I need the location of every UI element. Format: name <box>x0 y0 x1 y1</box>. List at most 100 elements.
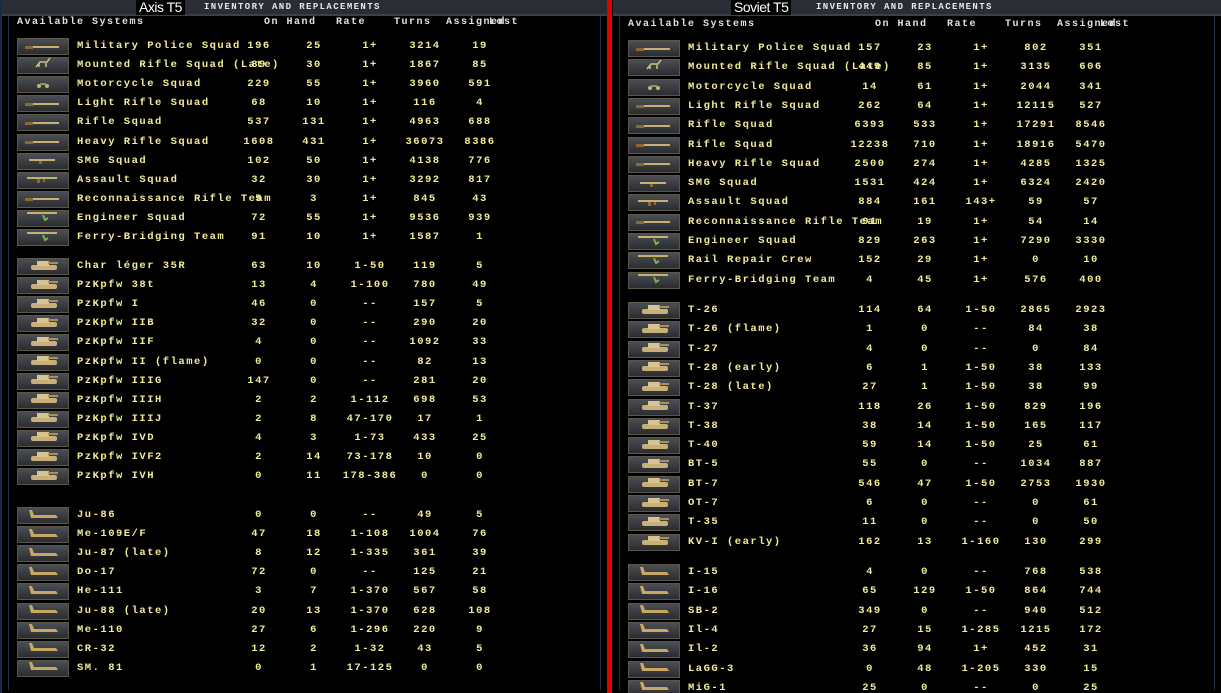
table-row[interactable]: Ferry-Bridging Team 91 10 1+ 1587 1 <box>2 229 607 248</box>
table-row[interactable]: Rail Repair Crew 152 29 1+ 0 10 <box>613 252 1221 271</box>
unit-icon-button[interactable] <box>17 190 69 208</box>
table-row[interactable]: T-35 11 0 -- 0 50 <box>613 514 1221 533</box>
table-row[interactable]: OT-7 6 0 -- 0 61 <box>613 495 1221 514</box>
table-row[interactable]: Ju-88 (late) 20 13 1-370 628 108 <box>2 602 607 622</box>
unit-icon-button[interactable] <box>17 38 69 55</box>
unit-icon-button[interactable] <box>628 495 680 512</box>
table-row[interactable]: T-38 38 14 1-50 165 117 <box>613 417 1221 437</box>
table-row[interactable]: Light Rifle Squad 68 10 1+ 116 4 <box>2 95 607 114</box>
table-row[interactable]: KV-I (early) 162 13 1-160 130 299 <box>613 533 1221 553</box>
unit-icon-button[interactable] <box>17 76 69 94</box>
unit-icon-button[interactable] <box>17 449 69 466</box>
column-header-lost[interactable]: Lost <box>489 17 519 29</box>
unit-icon-button[interactable] <box>628 117 680 135</box>
table-row[interactable]: Me-109E/F 47 18 1-108 1004 76 <box>2 526 607 545</box>
table-row[interactable]: T-28 (late) 27 1 1-50 38 99 <box>613 379 1221 398</box>
unit-icon-button[interactable] <box>628 456 680 474</box>
unit-icon-button[interactable] <box>17 391 69 409</box>
table-row[interactable]: T-26 (flame) 1 0 -- 84 38 <box>613 321 1221 340</box>
table-row[interactable]: LaGG-3 0 48 1-205 330 15 <box>613 660 1221 680</box>
unit-icon-button[interactable] <box>17 114 69 132</box>
table-row[interactable]: SMG Squad 102 50 1+ 4138 776 <box>2 152 607 172</box>
unit-icon-button[interactable] <box>628 40 680 57</box>
unit-icon-button[interactable] <box>628 252 680 270</box>
unit-icon-button[interactable] <box>628 660 680 678</box>
unit-icon-button[interactable] <box>17 372 69 390</box>
unit-icon-button[interactable] <box>628 564 680 581</box>
unit-icon-button[interactable] <box>17 296 69 314</box>
table-row[interactable]: T-37 118 26 1-50 829 196 <box>613 398 1221 418</box>
table-row[interactable]: PzKpfw II (flame) 0 0 -- 82 13 <box>2 353 607 373</box>
unit-icon-button[interactable] <box>628 514 680 532</box>
unit-icon-button[interactable] <box>628 583 680 601</box>
unit-icon-button[interactable] <box>17 152 69 170</box>
unit-icon-button[interactable] <box>628 475 680 493</box>
unit-icon-button[interactable] <box>17 209 69 227</box>
unit-icon-button[interactable] <box>17 564 69 582</box>
table-row[interactable]: Rifle Squad 12238 710 1+ 18916 5470 <box>613 136 1221 156</box>
table-row[interactable]: PzKpfw IVF2 2 14 73-178 10 0 <box>2 449 607 468</box>
table-row[interactable]: PzKpfw IIB 32 0 -- 290 20 <box>2 315 607 334</box>
unit-icon-button[interactable] <box>628 321 680 339</box>
unit-icon-button[interactable] <box>628 533 680 551</box>
unit-icon-button[interactable] <box>17 95 69 113</box>
unit-icon-button[interactable] <box>628 271 680 289</box>
table-row[interactable]: Military Police Squad 157 23 1+ 802 351 <box>613 40 1221 59</box>
unit-icon-button[interactable] <box>17 277 69 295</box>
table-row[interactable]: Mounted Rifle Squad (Late) 89 30 1+ 1867 85 <box>2 57 607 76</box>
table-row[interactable]: Engineer Squad 72 55 1+ 9536 939 <box>2 209 607 229</box>
table-row[interactable]: PzKpfw IIF 4 0 -- 1092 33 <box>2 334 607 353</box>
table-row[interactable]: Il-4 27 15 1-285 1215 172 <box>613 621 1221 641</box>
table-row[interactable]: Me-110 27 6 1-296 220 9 <box>2 621 607 641</box>
table-row[interactable]: BT-5 55 0 -- 1034 887 <box>613 456 1221 475</box>
unit-icon-button[interactable] <box>17 659 69 677</box>
table-row[interactable]: Ju-87 (late) 8 12 1-335 361 39 <box>2 545 607 564</box>
column-header-turns[interactable]: Turns <box>1005 19 1043 31</box>
table-row[interactable]: PzKpfw IIIG 147 0 -- 281 20 <box>2 372 607 392</box>
unit-icon-button[interactable] <box>628 359 680 377</box>
unit-icon-button[interactable] <box>17 410 69 428</box>
unit-icon-button[interactable] <box>628 621 680 639</box>
table-row[interactable]: BT-7 546 47 1-50 2753 1930 <box>613 475 1221 495</box>
table-row[interactable]: Reconnaissance Rifle Team 5 3 1+ 845 43 <box>2 190 607 210</box>
table-row[interactable]: SB-2 349 0 -- 940 512 <box>613 602 1221 622</box>
table-row[interactable]: I-16 65 129 1-50 864 744 <box>613 583 1221 602</box>
unit-icon-button[interactable] <box>628 194 680 212</box>
unit-icon-button[interactable] <box>17 526 69 544</box>
unit-icon-button[interactable] <box>17 315 69 333</box>
table-row[interactable]: Heavy Rifle Squad 1608 431 1+ 36073 8386 <box>2 133 607 153</box>
unit-icon-button[interactable] <box>628 78 680 96</box>
unit-icon-button[interactable] <box>17 621 69 639</box>
table-row[interactable]: CR-32 12 2 1-32 43 5 <box>2 640 607 660</box>
unit-icon-button[interactable] <box>17 602 69 620</box>
table-row[interactable]: Ju-86 0 0 -- 49 5 <box>2 507 607 526</box>
table-row[interactable]: T-40 59 14 1-50 25 61 <box>613 437 1221 456</box>
column-header-on-hand[interactable]: On Hand <box>264 17 317 29</box>
table-row[interactable]: Engineer Squad 829 263 1+ 7290 3330 <box>613 233 1221 252</box>
table-row[interactable]: Mounted Rifle Squad (Late) 449 85 1+ 3135 606 <box>613 59 1221 78</box>
table-row[interactable]: Motorcycle Squad 14 61 1+ 2044 341 <box>613 78 1221 98</box>
unit-icon-button[interactable] <box>17 171 69 189</box>
table-row[interactable]: Rifle Squad 537 131 1+ 4963 688 <box>2 114 607 133</box>
column-header-rate[interactable]: Rate <box>947 19 977 31</box>
unit-icon-button[interactable] <box>17 57 69 75</box>
table-row[interactable]: PzKpfw IIIH 2 2 1-112 698 53 <box>2 391 607 411</box>
unit-icon-button[interactable] <box>628 437 680 455</box>
table-row[interactable]: SMG Squad 1531 424 1+ 6324 2420 <box>613 175 1221 194</box>
table-row[interactable]: Reconnaissance Rifle Team 91 19 1+ 54 14 <box>613 213 1221 233</box>
table-row[interactable]: Il-2 36 94 1+ 452 31 <box>613 641 1221 660</box>
unit-icon-button[interactable] <box>628 233 680 250</box>
table-row[interactable]: Assault Squad 32 30 1+ 3292 817 <box>2 171 607 191</box>
column-header-systems[interactable]: Available Systems <box>17 17 145 29</box>
table-row[interactable]: T-26 114 64 1-50 2865 2923 <box>613 302 1221 321</box>
table-row[interactable]: Char léger 35R 63 10 1-50 119 5 <box>2 258 607 277</box>
unit-icon-button[interactable] <box>17 229 69 246</box>
unit-icon-button[interactable] <box>628 136 680 154</box>
unit-icon-button[interactable] <box>628 97 680 115</box>
table-row[interactable]: MiG-1 25 0 -- 0 25 <box>613 679 1221 693</box>
unit-icon-button[interactable] <box>628 679 680 693</box>
unit-icon-button[interactable] <box>628 175 680 193</box>
column-header-lost[interactable]: Lost <box>1100 19 1130 31</box>
unit-icon-button[interactable] <box>628 340 680 358</box>
unit-icon-button[interactable] <box>628 302 680 319</box>
